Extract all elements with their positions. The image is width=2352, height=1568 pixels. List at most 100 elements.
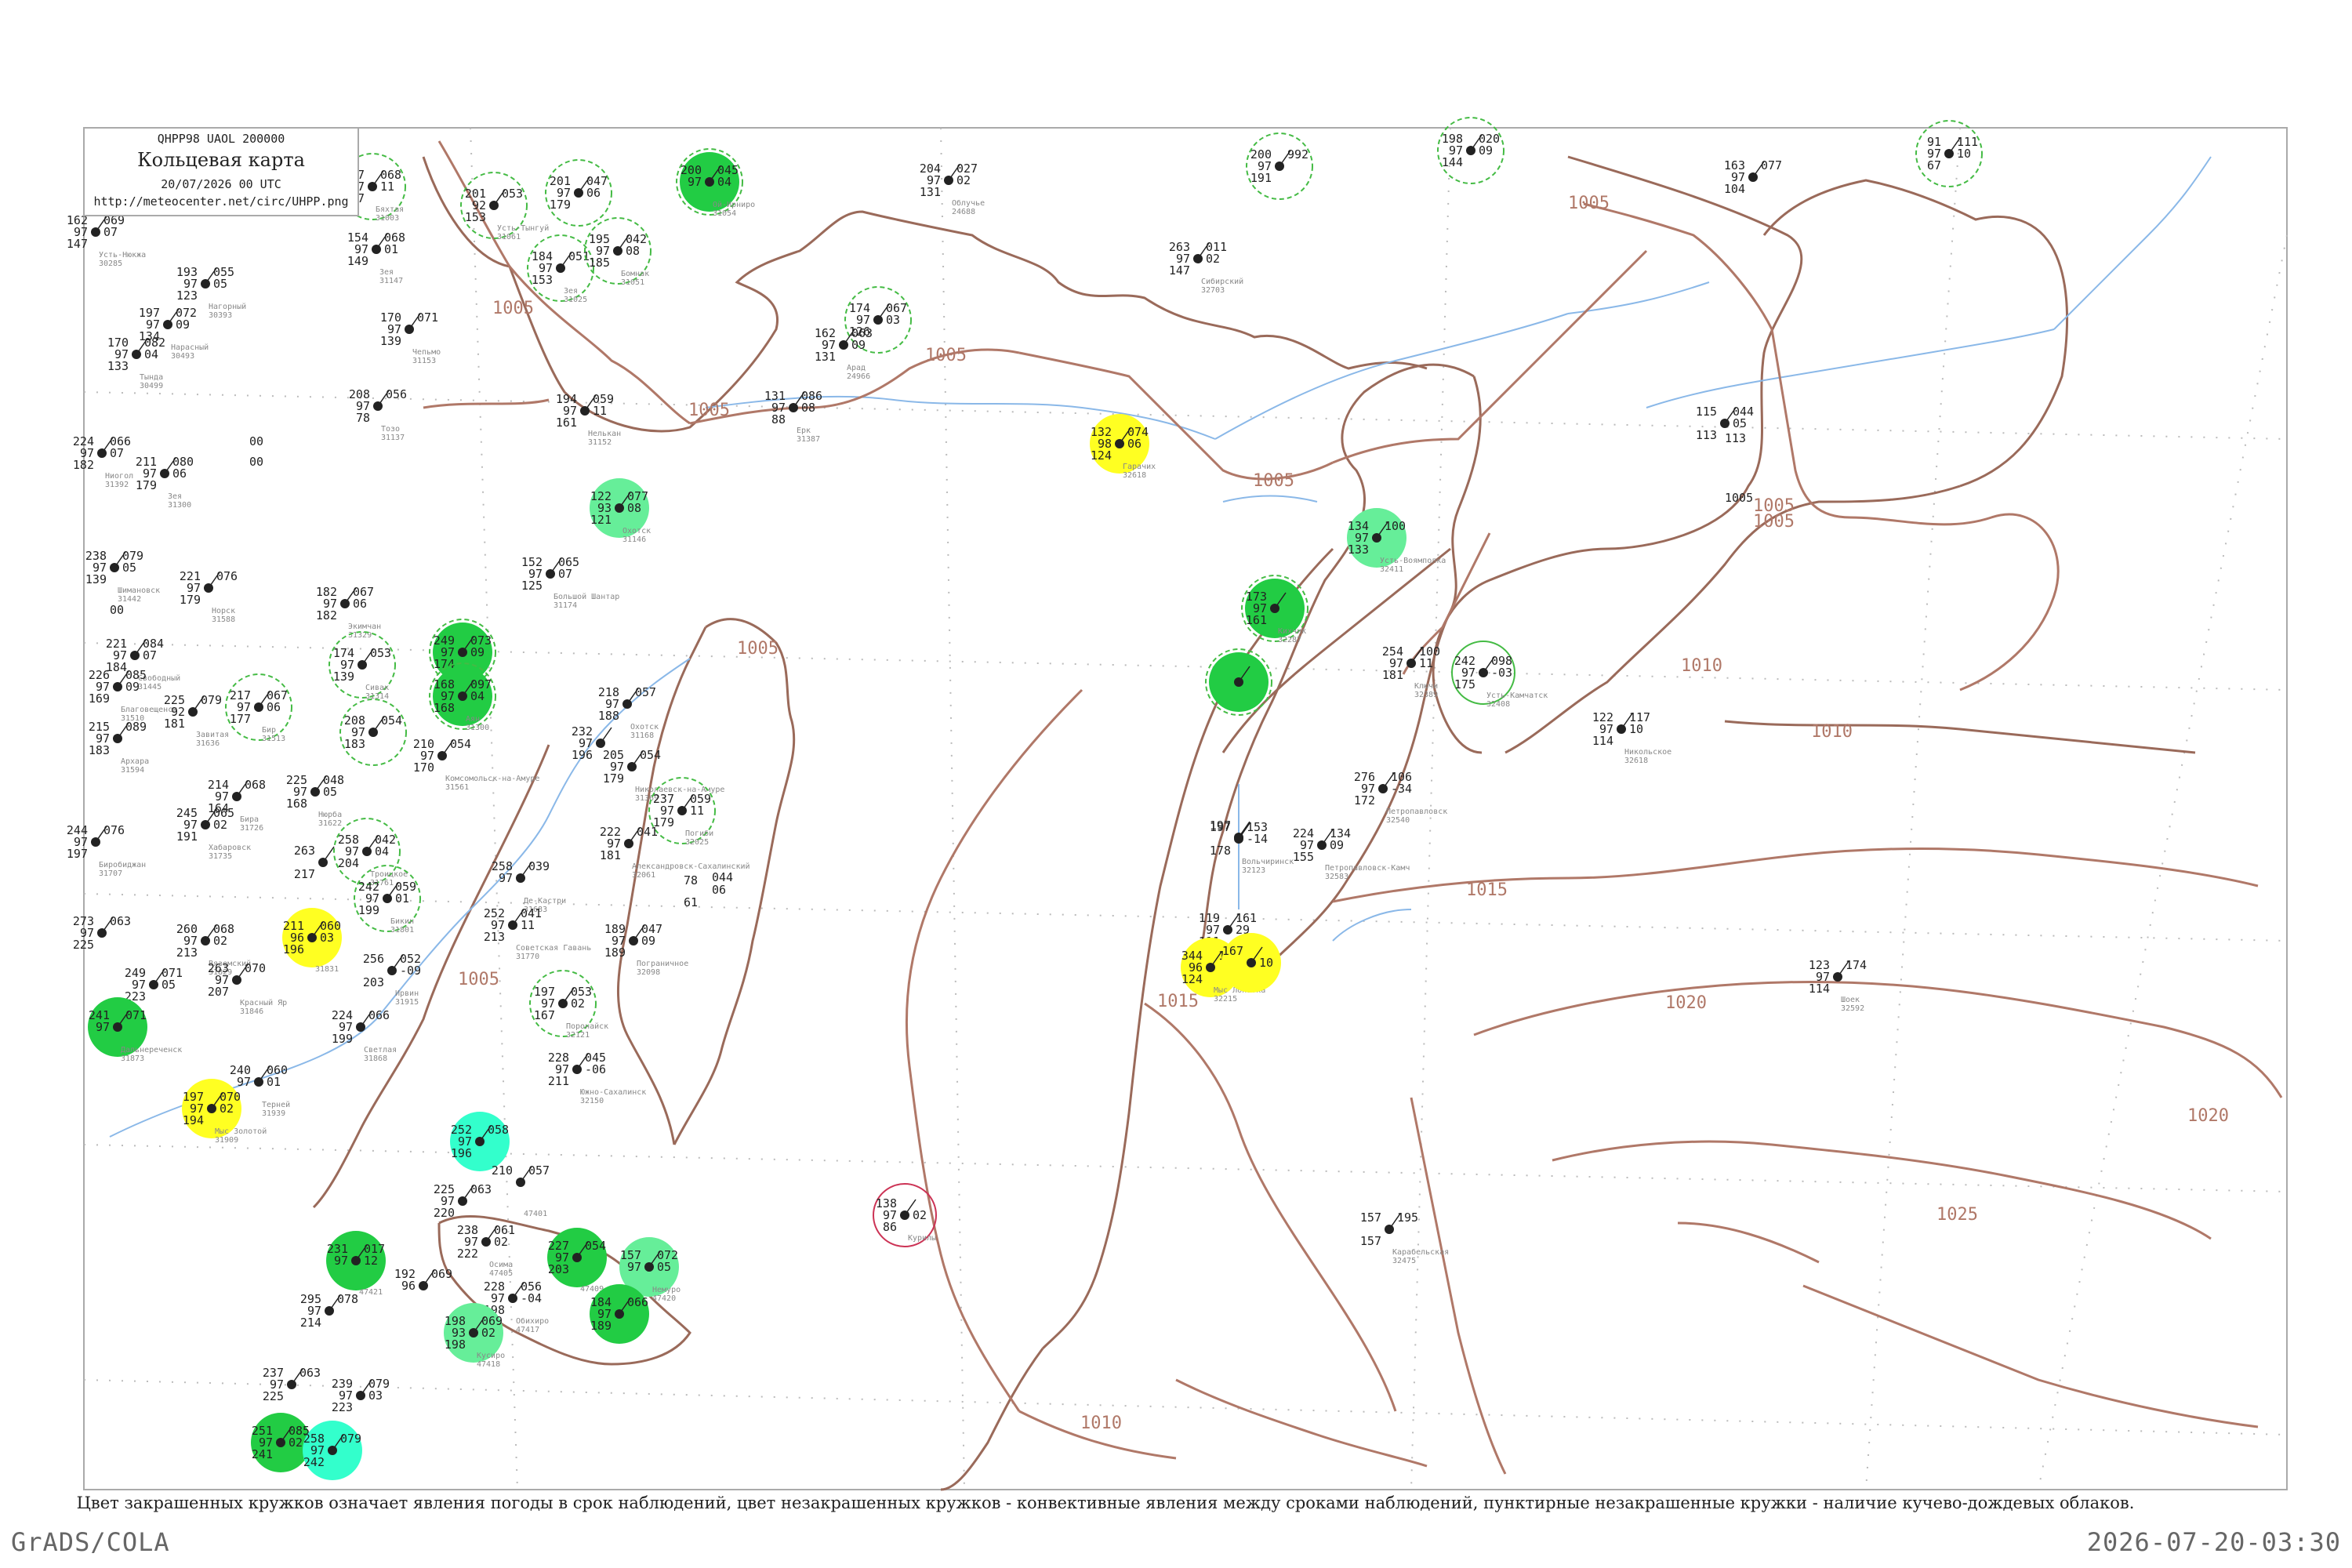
station-dewpoint: 196	[283, 942, 304, 956]
station-tendency: 05	[657, 1260, 671, 1274]
station-pressure: 070	[245, 961, 266, 975]
station-name: Красный Яр	[240, 998, 287, 1007]
station-index: 30499	[140, 382, 163, 390]
station-name: Поронайск	[566, 1022, 608, 1031]
station-dewpoint: 88	[771, 412, 786, 426]
station-index: 31868	[364, 1054, 387, 1063]
station-name: Чепьмо	[412, 348, 441, 357]
extra-number: 00	[249, 455, 263, 469]
station-name: Ирвин	[395, 989, 419, 998]
station-dewpoint: 124	[1181, 972, 1203, 986]
station-dewpoint: 67	[1927, 158, 1941, 172]
station-plot: 252 05897196	[450, 1112, 510, 1171]
station-index: 32618	[1123, 471, 1146, 480]
station-pressure: 174	[1846, 958, 1867, 972]
station-name: Ерк	[797, 426, 811, 435]
station-tendency: 02	[1206, 252, 1220, 266]
station-index: 47421	[359, 1288, 383, 1297]
station-dewpoint: 191	[1250, 171, 1272, 185]
station-plot: 258 07997242	[303, 1421, 362, 1480]
station-name: Усть-Тынгуй	[497, 223, 549, 233]
station-pressure: 071	[417, 310, 438, 325]
station-dewpoint: 194	[183, 1113, 204, 1127]
station-tendency: -04	[521, 1291, 542, 1305]
station-tendency: 07	[143, 648, 157, 662]
station-pressure: 100	[1385, 519, 1406, 533]
station-plot: 184 06697189	[590, 1284, 649, 1344]
station-index: 31051	[621, 278, 644, 287]
isobar-label: 1005	[1253, 471, 1294, 491]
station-tendency: 11	[1419, 656, 1433, 670]
station-index: 31174	[554, 601, 577, 610]
station-dewpoint: 86	[883, 1220, 897, 1234]
station-tendency: 06	[586, 186, 601, 200]
station-index: 31707	[99, 869, 122, 878]
station-dewpoint: 133	[1348, 543, 1369, 557]
station-tendency: 05	[323, 785, 337, 799]
station-pressure: 056	[386, 387, 407, 401]
station-pressure: 051	[568, 249, 590, 263]
station-name: Светлая	[364, 1046, 397, 1054]
station-index: 31735	[209, 852, 232, 861]
station-tendency: 09	[125, 680, 140, 694]
station-index: 24688	[952, 208, 975, 216]
station-dewpoint: 189	[604, 946, 626, 960]
station-dewpoint: 242	[303, 1455, 325, 1469]
isobar-label: 1005	[492, 299, 534, 318]
station-visibility: 97	[237, 1075, 251, 1089]
station-tendency: 07	[110, 446, 124, 460]
station-dewpoint: 217	[294, 867, 315, 881]
station-dewpoint: 214	[300, 1316, 321, 1330]
station-dewpoint: 225	[73, 938, 94, 952]
station-pressure: 079	[201, 693, 222, 707]
station-dewpoint: 169	[89, 691, 110, 706]
station-dewpoint: 168	[434, 701, 455, 715]
station-name: Де-Кастри	[524, 897, 566, 906]
station-name: Завитая	[196, 731, 229, 739]
station-index: 32540	[1386, 816, 1410, 825]
station-index: 47401	[524, 1210, 547, 1218]
isobar-label: 1005	[458, 970, 499, 989]
station-index: 32123	[1242, 866, 1265, 875]
station-dewpoint: 170	[413, 760, 434, 775]
station-pressure: 076	[216, 569, 238, 583]
station-tendency: 02	[213, 818, 227, 832]
station-name: Архара	[121, 757, 149, 766]
isobar-label: 1010	[1811, 722, 1853, 742]
station-dewpoint: 223	[332, 1400, 353, 1414]
legend-caption: Цвет закрашенных кружков означает явлени…	[77, 1494, 2135, 1512]
station-index: 31561	[445, 783, 469, 792]
station-dewpoint: 125	[521, 579, 543, 593]
header-box: QHPP98 UAOL 200000 Кольцевая карта 20/07…	[83, 127, 359, 216]
station-name: Норск	[212, 607, 235, 615]
isobar-label: 1005	[688, 401, 730, 420]
station-dewpoint: 179	[603, 771, 624, 786]
station-tendency: 02	[289, 1436, 303, 1450]
station-name: Тозо	[381, 425, 400, 434]
station-tendency: 02	[571, 996, 585, 1011]
station-temperature: 167	[1222, 944, 1243, 958]
station-pressure: 078	[337, 1292, 358, 1306]
station-index: 31147	[379, 277, 403, 285]
station-index: 31915	[395, 998, 419, 1007]
station-index: 31873	[121, 1054, 144, 1063]
station-name: Шоек	[1841, 996, 1860, 1004]
station-index: 31588	[212, 615, 235, 624]
header-title: Кольцевая карта	[137, 149, 305, 171]
station-dewpoint: 157	[1360, 1234, 1381, 1248]
station-name: Бир	[262, 726, 276, 735]
station-name: Нюрба	[318, 810, 342, 819]
station-dewpoint: 149	[347, 254, 368, 268]
station-index: 47420	[652, 1294, 676, 1303]
station-dewpoint: 182	[73, 458, 94, 472]
station-temperature: 210	[492, 1163, 513, 1178]
station-tendency: 01	[267, 1075, 281, 1089]
isobar-label: 1015	[1157, 992, 1199, 1011]
station-tendency: 03	[368, 1388, 383, 1403]
station-tendency: 04	[375, 844, 389, 858]
station-name: Биробиджан	[99, 860, 146, 869]
station-dewpoint: 131	[815, 350, 836, 364]
station-tendency: 06	[353, 597, 367, 611]
station-pressure: 079	[340, 1432, 361, 1446]
station-dewpoint: 222	[457, 1247, 478, 1261]
